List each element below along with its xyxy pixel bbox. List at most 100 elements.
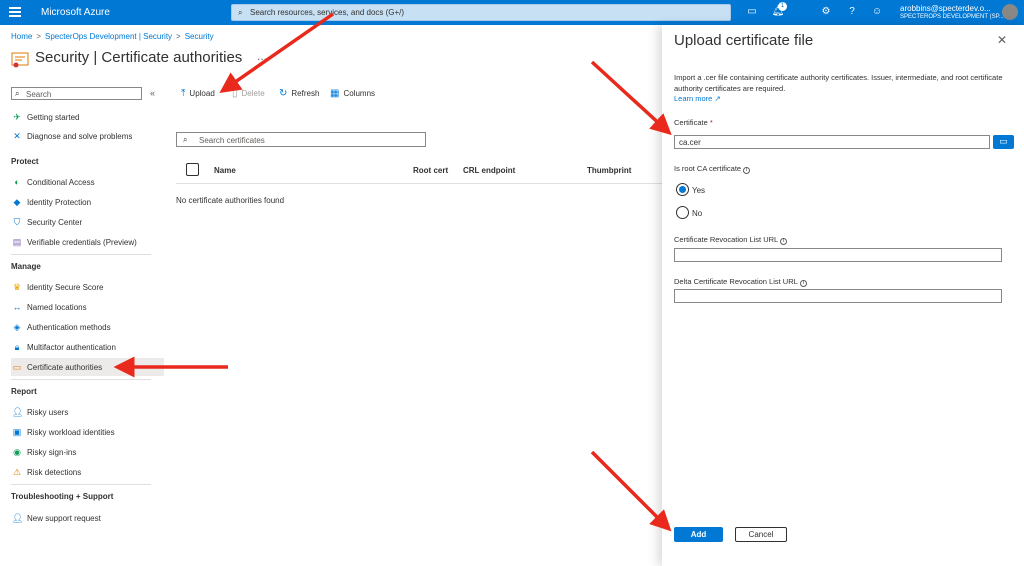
avatar[interactable] <box>1002 4 1018 20</box>
breadcrumb-tenant-security[interactable]: SpecterOps Development | Security <box>45 32 172 41</box>
section-heading-manage: Manage <box>11 262 41 271</box>
sidebar-item-new-support-request[interactable]: 👤︎ New support request <box>11 509 164 527</box>
sidebar-item-verifiable-credentials[interactable]: ▤ Verifiable credentials (Preview) <box>11 233 164 251</box>
shield-icon: ⛉ <box>13 217 21 227</box>
sidebar-item-diagnose[interactable]: ✕ Diagnose and solve problems <box>11 127 164 145</box>
crl-url-input[interactable] <box>674 248 1002 262</box>
notifications-icon[interactable]: 🔔︎ 1 <box>771 2 787 19</box>
empty-state-message: No certificate authorities found <box>176 196 285 205</box>
info-icon[interactable]: i <box>799 280 807 287</box>
sidebar-item-risk-detections[interactable]: ⚠ Risk detections <box>11 463 164 481</box>
columns-label: Columns <box>343 89 376 98</box>
search-icon: ⌕ <box>15 89 20 98</box>
sidebar-search-placeholder: Search <box>26 90 52 99</box>
risky-signins-icon: ◉ <box>13 447 21 457</box>
column-header-name[interactable]: Name <box>214 166 236 175</box>
upload-certificate-panel: Upload certificate file ✕ Import a .cer … <box>662 25 1024 566</box>
sidebar-item-risky-users[interactable]: 👤︎ Risky users <box>11 403 164 421</box>
column-header-crl-endpoint[interactable]: CRL endpoint <box>463 166 515 175</box>
upload-icon: ⤒ <box>181 88 186 99</box>
sidebar-item-getting-started[interactable]: ✈ Getting started <box>11 108 164 126</box>
sidebar-search-input[interactable]: ⌕ Search <box>11 87 142 100</box>
delta-crl-url-label-text: Delta Certificate Revocation List URL <box>674 277 798 286</box>
sidebar-item-risky-sign-ins[interactable]: ◉ Risky sign-ins <box>11 443 164 461</box>
radio-no-label: No <box>692 209 703 218</box>
browse-folder-icon[interactable]: ▭ <box>993 135 1014 149</box>
sidebar-item-identity-secure-score[interactable]: ♛ Identity Secure Score <box>11 278 164 296</box>
risky-users-icon: 👤︎ <box>12 407 24 417</box>
learn-more-link[interactable]: Learn more ↗ <box>674 94 721 103</box>
search-icon: ⌕ <box>238 8 243 17</box>
column-header-root-cert[interactable]: Root cert <box>413 166 448 175</box>
crl-url-label-text: Certificate Revocation List URL <box>674 235 779 244</box>
identity-protection-icon: ◆ <box>13 197 21 207</box>
sidebar-item-risky-workload-identities[interactable]: ▣ Risky workload identities <box>11 423 164 441</box>
wrench-icon: ✕ <box>13 131 21 141</box>
sidebar-item-label: Security Center <box>27 218 83 227</box>
certificate-page-icon <box>11 52 29 68</box>
select-all-checkbox[interactable] <box>186 163 199 176</box>
breadcrumb-separator-icon: > <box>36 32 42 41</box>
certificate-file-input[interactable]: ca.cer <box>674 135 990 149</box>
radio-yes[interactable] <box>676 183 689 196</box>
sidebar-item-certificate-authorities[interactable]: ▭ Certificate authorities <box>11 358 164 376</box>
external-link-icon: ↗ <box>714 94 721 103</box>
sidebar-item-label: Verifiable credentials (Preview) <box>27 238 137 247</box>
more-options-icon[interactable]: ... <box>257 49 267 63</box>
cloud-shell-icon[interactable]: ▭ <box>745 5 759 19</box>
sidebar-item-label: Conditional Access <box>27 178 95 187</box>
delete-button[interactable]: ▯ Delete <box>232 88 265 99</box>
certificate-search-input[interactable]: ⌕ Search certificates <box>176 132 426 147</box>
sidebar-divider <box>11 254 151 255</box>
close-icon[interactable]: ✕ <box>997 33 1007 47</box>
rocket-icon: ✈ <box>13 112 21 122</box>
sidebar-item-label: Risky users <box>27 408 69 417</box>
header-divider <box>176 183 662 184</box>
learn-more-label: Learn more <box>674 94 713 103</box>
radio-no[interactable] <box>676 206 689 219</box>
sidebar-item-identity-protection[interactable]: ◆ Identity Protection <box>11 193 164 211</box>
is-root-ca-label-text: Is root CA certificate <box>674 164 742 173</box>
delta-crl-url-label: Delta Certificate Revocation List URL i <box>674 277 807 287</box>
global-search-input[interactable]: ⌕ Search resources, services, and docs (… <box>231 4 731 21</box>
feedback-icon[interactable]: ☺ <box>870 5 884 19</box>
certificate-label-text: Certificate <box>674 118 708 127</box>
support-icon: 👤︎ <box>12 513 24 523</box>
brand-title[interactable]: Microsoft Azure <box>41 7 110 18</box>
breadcrumb-security[interactable]: Security <box>185 32 214 41</box>
hamburger-menu-icon[interactable] <box>9 7 21 17</box>
columns-button[interactable]: ▦ Columns <box>330 88 375 99</box>
cancel-button[interactable]: Cancel <box>735 527 787 542</box>
crl-url-label: Certificate Revocation List URL i <box>674 235 788 245</box>
breadcrumb-home[interactable]: Home <box>11 32 32 41</box>
refresh-button[interactable]: ↻ Refresh <box>279 88 319 99</box>
column-header-thumbprint[interactable]: Thumbprint <box>587 166 631 175</box>
sidebar-item-label: Identity Secure Score <box>27 283 104 292</box>
sidebar-item-security-center[interactable]: ⛉ Security Center <box>11 213 164 231</box>
sidebar-item-label: New support request <box>27 514 101 523</box>
refresh-icon: ↻ <box>279 88 288 99</box>
settings-gear-icon[interactable]: ⚙ <box>819 5 833 19</box>
info-icon[interactable]: i <box>780 238 788 245</box>
warning-icon: ⚠ <box>12 467 22 477</box>
help-icon[interactable]: ? <box>845 5 859 19</box>
locations-icon: ↔ <box>12 302 22 312</box>
sidebar-item-authentication-methods[interactable]: ◈ Authentication methods <box>11 318 164 336</box>
is-root-ca-label: Is root CA certificate i <box>674 164 751 174</box>
notification-badge: 1 <box>778 2 787 11</box>
collapse-sidebar-icon[interactable]: « <box>150 88 155 98</box>
sidebar-item-named-locations[interactable]: ↔ Named locations <box>11 298 164 316</box>
page-title: Security | Certificate authorities <box>35 49 243 66</box>
upload-button[interactable]: ⤒ Upload <box>181 88 215 99</box>
account-menu[interactable]: arobbins@specterdev.o... SPECTEROPS DEVE… <box>900 4 1004 22</box>
auth-methods-icon: ◈ <box>13 322 21 332</box>
add-button[interactable]: Add <box>674 527 723 542</box>
section-heading-troubleshooting: Troubleshooting + Support <box>11 492 114 501</box>
info-icon[interactable]: i <box>743 167 751 174</box>
delta-crl-url-input[interactable] <box>674 289 1002 303</box>
sidebar-item-conditional-access[interactable]: ◐ Conditional Access <box>11 173 164 191</box>
section-heading-protect: Protect <box>11 157 39 166</box>
sidebar-item-multifactor-authentication[interactable]: 🔒︎ Multifactor authentication <box>11 338 164 356</box>
sidebar-item-label: Named locations <box>27 303 87 312</box>
arrow-to-certificate-input <box>590 60 672 136</box>
